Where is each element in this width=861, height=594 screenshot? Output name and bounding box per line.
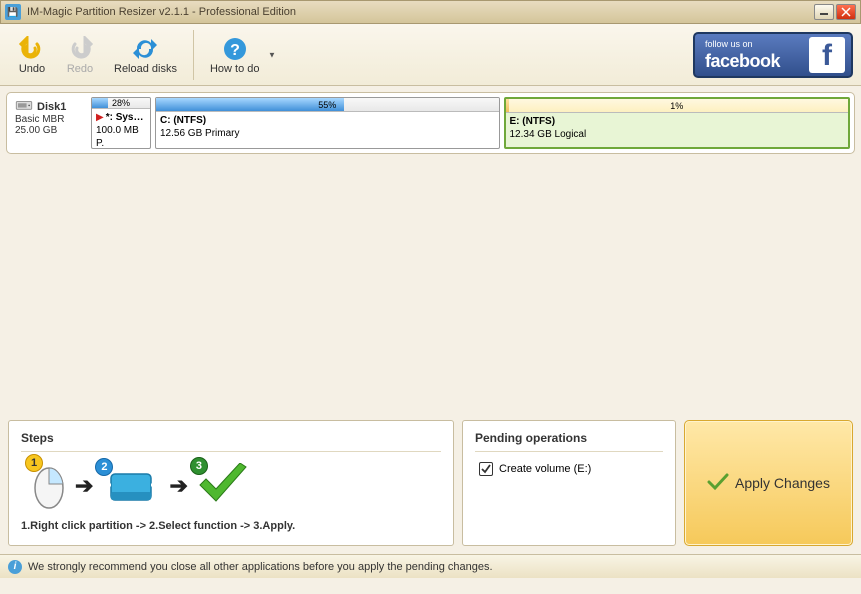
partition-sub: 100.0 MB P.: [96, 125, 139, 149]
info-icon: i: [8, 560, 22, 574]
disk-size: 25.00 GB: [15, 125, 57, 136]
partition-e-selected[interactable]: 1% E: (NTFS) 12.34 GB Logical: [504, 97, 851, 149]
facebook-icon: f: [809, 37, 845, 73]
disk-type: Basic MBR: [15, 114, 64, 125]
partition-sub: 12.56 GB Primary: [160, 128, 239, 139]
steps-header: Steps: [21, 431, 441, 452]
statusbar: i We strongly recommend you close all ot…: [0, 554, 861, 578]
pending-header: Pending operations: [475, 431, 663, 452]
checkmark-icon: [479, 462, 493, 476]
reload-button[interactable]: Reload disks: [104, 31, 187, 79]
redo-label: Redo: [67, 63, 93, 75]
pending-panel: Pending operations Create volume (E:): [462, 420, 676, 546]
apply-label: Apply Changes: [735, 475, 830, 491]
disk-icon: [15, 99, 33, 114]
disk-name: Disk1: [37, 101, 66, 113]
howto-label: How to do: [210, 63, 260, 75]
steps-panel: Steps 1 ➔ 2 ➔ 3 1.Right click partition …: [8, 420, 454, 546]
pending-item[interactable]: Create volume (E:): [475, 462, 663, 476]
howto-dropdown-arrow[interactable]: ▼: [268, 50, 276, 59]
steps-description: 1.Right click partition -> 2.Select func…: [21, 520, 441, 532]
check-icon: [707, 473, 729, 494]
undo-button[interactable]: Undo: [8, 31, 56, 79]
svg-text:?: ?: [230, 42, 240, 59]
disk-panel: Disk1 Basic MBR 25.00 GB 28% ▶*: Sys… 100…: [6, 92, 855, 154]
app-icon: 💾: [5, 4, 21, 20]
undo-label: Undo: [19, 63, 45, 75]
minimize-button[interactable]: [814, 4, 834, 20]
facebook-small-text: follow us on: [705, 39, 753, 49]
reload-label: Reload disks: [114, 63, 177, 75]
partition-c[interactable]: 55% C: (NTFS) 12.56 GB Primary: [155, 97, 500, 149]
partition-percent: 28%: [112, 98, 130, 108]
step3-check-icon: 3: [196, 463, 250, 510]
redo-icon: [66, 35, 94, 63]
partition-percent: 55%: [318, 100, 336, 110]
partition-label: E: (NTFS): [510, 116, 556, 127]
arrow-icon: ➔: [169, 473, 187, 499]
undo-icon: [18, 35, 46, 63]
pending-item-label: Create volume (E:): [499, 463, 591, 475]
howto-button[interactable]: ? How to do: [200, 31, 270, 79]
step1-mouse-icon: 1: [31, 460, 67, 513]
facebook-big-text: facebook: [705, 51, 780, 72]
disk-info[interactable]: Disk1 Basic MBR 25.00 GB: [11, 97, 87, 149]
partition-label: *: Sys…: [106, 112, 144, 123]
facebook-badge[interactable]: follow us on facebook f: [693, 32, 853, 78]
status-text: We strongly recommend you close all othe…: [28, 561, 493, 573]
arrow-icon: ➔: [75, 473, 93, 499]
titlebar: 💾 IM-Magic Partition Resizer v2.1.1 - Pr…: [0, 0, 861, 24]
toolbar: Undo Redo Reload disks ? How to do ▼ fol…: [0, 24, 861, 86]
partition-label: C: (NTFS): [160, 115, 206, 126]
reload-icon: [131, 35, 159, 63]
window-title: IM-Magic Partition Resizer v2.1.1 - Prof…: [27, 6, 296, 18]
flag-icon: ▶: [96, 112, 104, 123]
redo-button[interactable]: Redo: [56, 31, 104, 79]
toolbar-separator: [193, 30, 194, 80]
close-button[interactable]: [836, 4, 856, 20]
partition-percent: 1%: [670, 101, 683, 111]
step2-resize-icon: 2: [101, 464, 161, 509]
apply-changes-button[interactable]: Apply Changes: [684, 420, 853, 546]
help-icon: ?: [221, 35, 249, 63]
partition-sub: 12.34 GB Logical: [510, 129, 587, 140]
partition-system[interactable]: 28% ▶*: Sys… 100.0 MB P.: [91, 97, 151, 149]
